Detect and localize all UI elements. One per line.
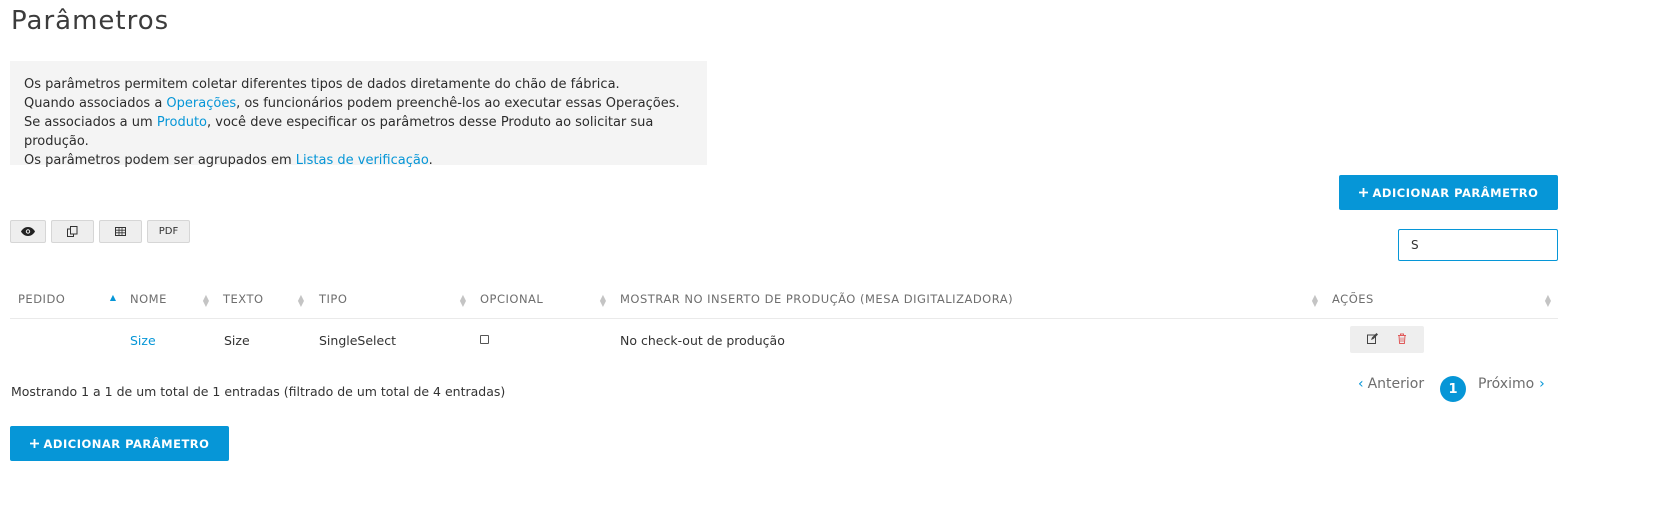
info-text: Quando associados a (24, 96, 167, 111)
plus-icon (29, 439, 39, 448)
edit-icon[interactable] (1367, 332, 1379, 347)
header-divider (10, 318, 1558, 319)
add-parameter-button-bottom[interactable]: ADICIONAR PARÂMETRO (10, 426, 229, 461)
produto-link[interactable]: Produto (157, 115, 207, 130)
sort-both-icon: ▲ ▼ (599, 293, 607, 308)
add-parameter-label: ADICIONAR PARÂMETRO (43, 436, 210, 451)
eye-icon (21, 227, 35, 236)
operacoes-link[interactable]: Operações (166, 96, 236, 111)
add-parameter-label: ADICIONAR PARÂMETRO (1372, 185, 1539, 200)
chevron-left-icon: ‹ (1358, 376, 1364, 392)
table-icon (115, 227, 126, 236)
sort-both-icon: ▲ ▼ (297, 293, 305, 308)
row-texto: Size (224, 333, 250, 348)
info-text: Se associados a um (24, 115, 157, 130)
info-line-1: Os parâmetros permitem coletar diferente… (24, 77, 620, 92)
sort-both-icon: ▲ ▼ (1311, 293, 1319, 308)
info-text: . (428, 153, 433, 168)
add-parameter-button-top[interactable]: ADICIONAR PARÂMETRO (1339, 175, 1558, 210)
pdf-button[interactable]: PDF (147, 220, 190, 243)
column-header-nome[interactable]: NOME (130, 292, 167, 306)
row-nome-link[interactable]: Size (130, 333, 156, 348)
table-info: Mostrando 1 a 1 de um total de 1 entrada… (11, 384, 506, 399)
row-mostrar: No check-out de produção (620, 333, 785, 348)
sort-both-icon: ▲ ▼ (459, 293, 467, 308)
copy-icon (67, 226, 78, 237)
sort-ascending-icon: ▲ (109, 293, 117, 302)
row-tipo: SingleSelect (319, 333, 396, 348)
plus-icon (1358, 188, 1368, 197)
info-text: Os parâmetros podem ser agrupados em (24, 153, 296, 168)
column-header-texto[interactable]: TEXTO (223, 292, 264, 306)
row-actions (1350, 326, 1424, 353)
row-opcional-checkbox[interactable] (480, 335, 489, 344)
column-header-acoes[interactable]: AÇÕES (1332, 292, 1374, 306)
info-text: , os funcionários podem preenchê-los ao … (236, 96, 680, 111)
info-line-2: Quando associados a Operações, os funcio… (24, 94, 693, 113)
copy-button[interactable] (51, 220, 94, 243)
trash-icon[interactable] (1397, 333, 1407, 347)
page-title: Parâmetros (11, 6, 170, 36)
info-line-3: Se associados a um Produto, você deve es… (24, 113, 693, 151)
sort-both-icon: ▲ ▼ (1544, 293, 1552, 308)
next-label: Próximo (1478, 376, 1535, 392)
column-header-opcional[interactable]: OPCIONAL (480, 292, 543, 306)
column-visibility-button[interactable] (10, 220, 46, 243)
excel-button[interactable] (99, 220, 142, 243)
listas-verificacao-link[interactable]: Listas de verificação (296, 153, 429, 168)
pagination-previous[interactable]: ‹ Anterior (1358, 376, 1424, 392)
info-line-4: Os parâmetros podem ser agrupados em Lis… (24, 151, 693, 170)
pagination-page-1[interactable]: 1 (1440, 376, 1466, 402)
column-header-tipo[interactable]: TIPO (319, 292, 347, 306)
search-input[interactable] (1398, 229, 1558, 261)
sort-both-icon: ▲ ▼ (202, 293, 210, 308)
previous-label: Anterior (1367, 376, 1425, 392)
column-header-pedido[interactable]: PEDIDO (18, 292, 65, 306)
info-box: Os parâmetros permitem coletar diferente… (10, 61, 707, 168)
chevron-right-icon: › (1539, 376, 1545, 392)
column-header-mostrar[interactable]: MOSTRAR NO INSERTO DE PRODUÇÃO (MESA DIG… (620, 292, 1013, 306)
pagination-next[interactable]: Próximo › (1478, 376, 1545, 392)
